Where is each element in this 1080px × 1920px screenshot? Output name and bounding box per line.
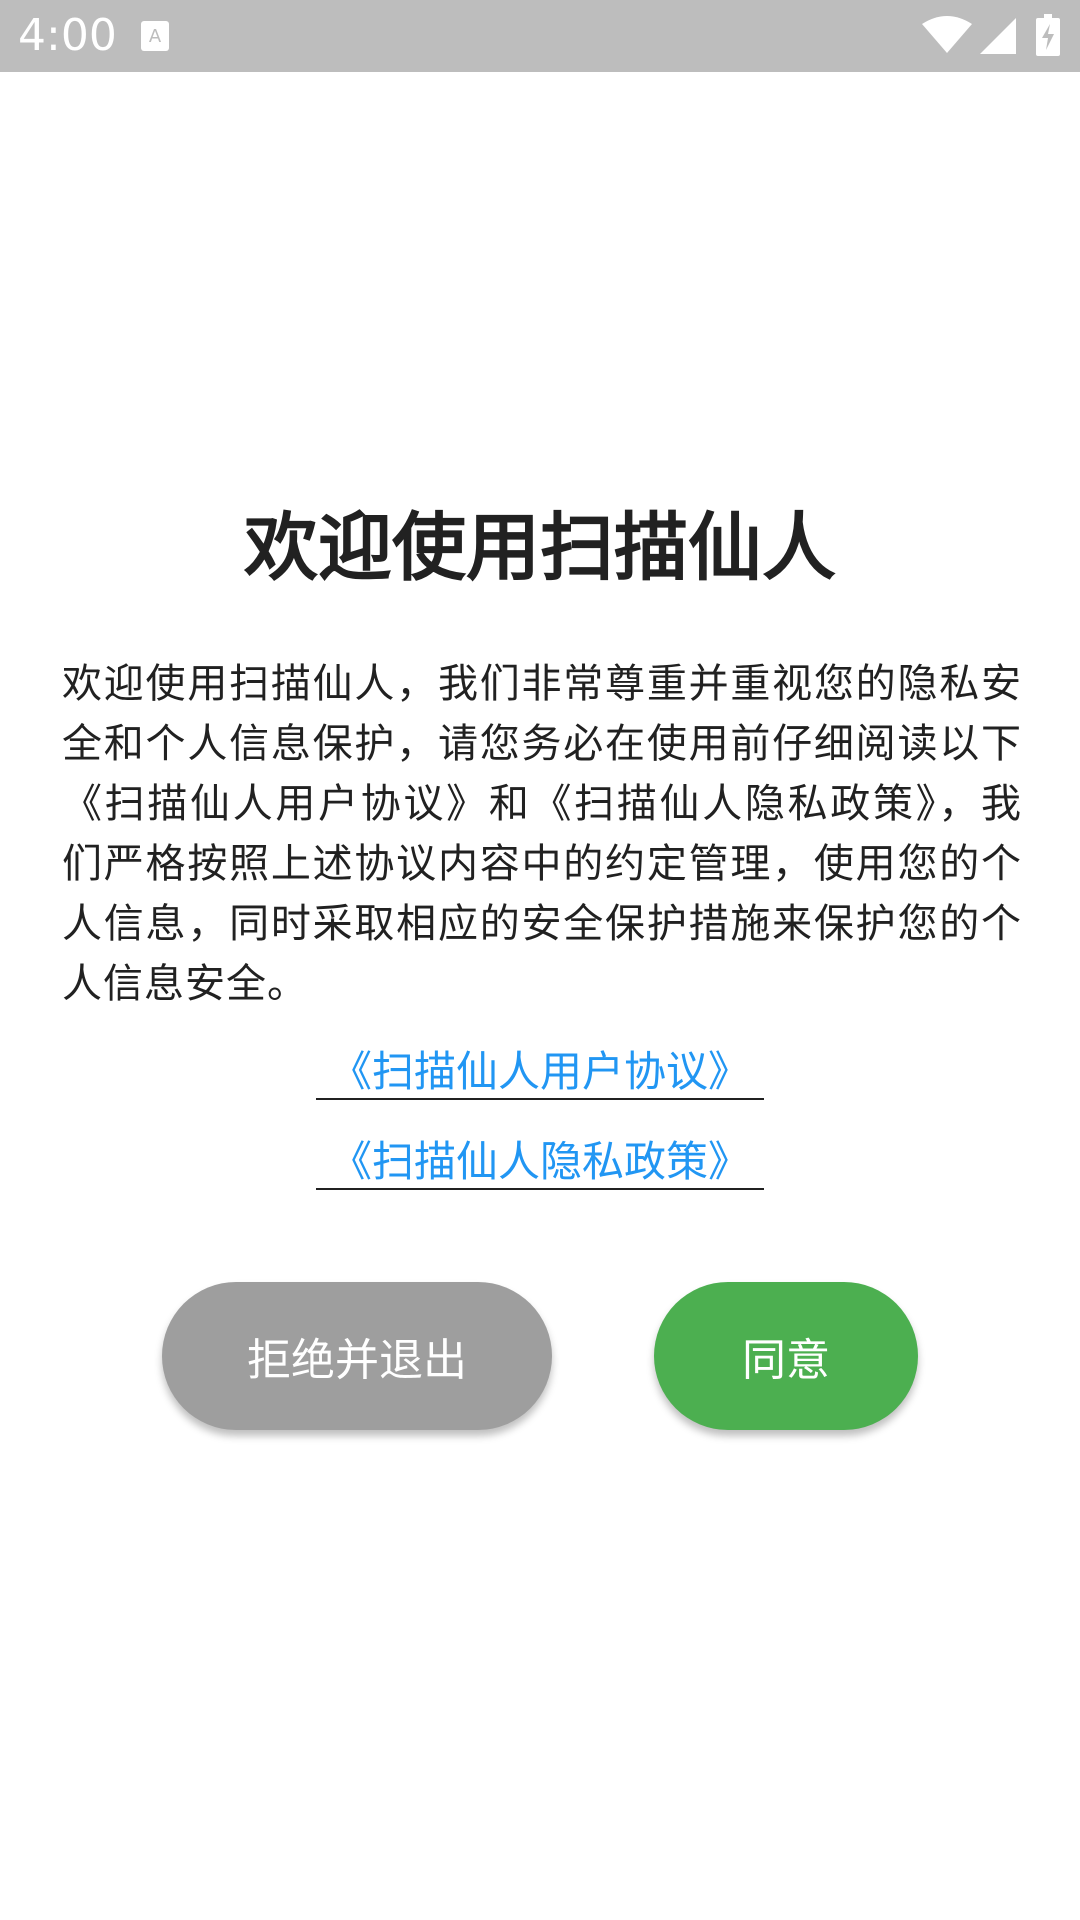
dialog-title: 欢迎使用扫描仙人	[244, 505, 836, 591]
reject-and-exit-button[interactable]: 拒绝并退出	[162, 1282, 552, 1430]
signal-icon	[980, 18, 1016, 54]
status-time: 4:00	[18, 10, 117, 61]
reject-button-label: 拒绝并退出	[247, 1335, 467, 1386]
wifi-icon	[922, 16, 972, 53]
agree-button-label: 同意	[742, 1335, 830, 1386]
privacy-body-text: 欢迎使用扫描仙人，我们非常尊重并重视您的隐私安全和个人信息保护，请您务必在使用前…	[62, 661, 1022, 1007]
user-agreement-link[interactable]: 《扫描仙人用户协议》	[315, 1047, 764, 1100]
status-bar: 4:00 A	[0, 0, 1080, 72]
battery-charging-icon	[1036, 14, 1060, 56]
svg-text:A: A	[149, 26, 162, 47]
agree-button[interactable]: 同意	[654, 1282, 918, 1430]
a-notification-icon: A	[141, 21, 169, 51]
user-agreement-link-row: 《扫描仙人用户协议》	[0, 1044, 1080, 1100]
privacy-policy-link-row: 《扫描仙人隐私政策》	[0, 1134, 1080, 1190]
privacy-policy-link[interactable]: 《扫描仙人隐私政策》	[315, 1137, 764, 1190]
